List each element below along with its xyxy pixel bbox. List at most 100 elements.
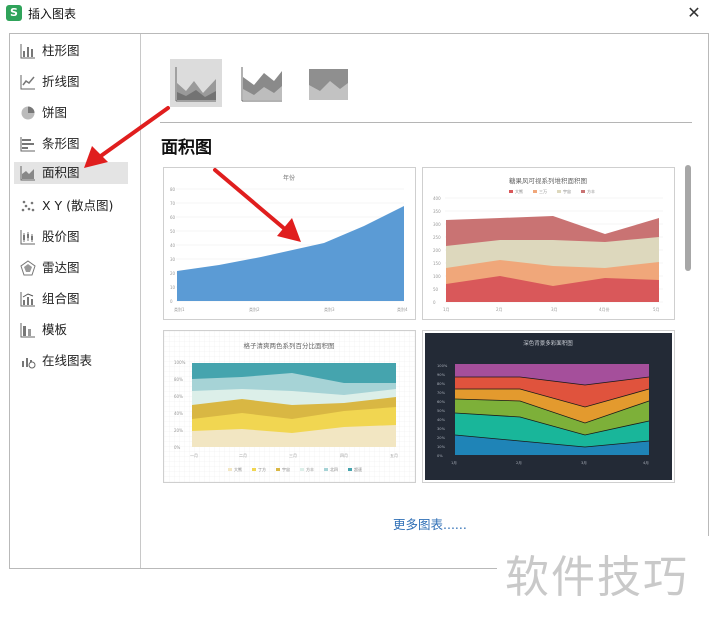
sidebar-item-scatter[interactable]: X Y (散点图)	[14, 195, 128, 217]
svg-text:大熊: 大熊	[515, 188, 523, 194]
sidebar-item-label: X Y (散点图)	[42, 198, 114, 213]
svg-text:50: 50	[170, 229, 176, 234]
sidebar-item-label: 面积图	[42, 165, 80, 180]
svg-text:0%: 0%	[174, 445, 181, 450]
area-subtype-stacked[interactable]	[236, 59, 288, 107]
area-chart-icon	[20, 166, 35, 181]
svg-text:70: 70	[170, 201, 176, 206]
sidebar-item-pie[interactable]: 饼图	[14, 102, 128, 124]
svg-text:3月: 3月	[581, 460, 587, 465]
svg-text:3月: 3月	[551, 307, 558, 312]
svg-text:30%: 30%	[437, 427, 446, 431]
pie-chart-icon	[21, 106, 35, 120]
svg-text:20%: 20%	[437, 436, 446, 440]
svg-text:80%: 80%	[174, 377, 183, 382]
svg-text:0: 0	[170, 299, 173, 304]
svg-text:20: 20	[170, 271, 176, 276]
svg-text:类别4: 类别4	[397, 306, 408, 312]
svg-text:北四: 北四	[330, 466, 338, 472]
svg-text:三万: 三万	[539, 189, 547, 194]
area-subtype-percent[interactable]	[302, 59, 354, 107]
template-card-candy-stacked[interactable]: 糖果风可视系列堆积面积图 大熊 三万 宇宙 方丰 0 50 100 150 20…	[422, 167, 675, 320]
online-chart-icon	[22, 358, 36, 369]
svg-text:2月: 2月	[496, 307, 503, 312]
svg-text:100%: 100%	[174, 360, 186, 365]
svg-text:60%: 60%	[174, 394, 183, 399]
title-bar: S 插入图表 ✕	[0, 0, 712, 26]
svg-text:4月: 4月	[643, 460, 649, 465]
svg-text:类别1: 类别1	[174, 306, 185, 312]
svg-text:40%: 40%	[437, 418, 446, 422]
sidebar-item-label: 组合图	[42, 291, 80, 306]
svg-text:大熊: 大熊	[234, 466, 242, 472]
sidebar-item-label: 雷达图	[42, 260, 80, 275]
template-card-dark-colorful[interactable]: 深色背景多彩面积图 0% 10% 20% 30% 40% 50% 60% 70%…	[422, 330, 675, 483]
svg-text:宇宙: 宇宙	[563, 188, 571, 194]
percent-area-chart-icon	[309, 69, 348, 100]
sidebar-item-bar[interactable]: 条形图	[14, 133, 128, 155]
svg-text:一月: 一月	[190, 453, 198, 458]
sidebar-item-template[interactable]: 模板	[14, 319, 128, 341]
bar-chart-icon	[20, 137, 35, 152]
svg-text:80%: 80%	[437, 382, 446, 386]
chart-thumbnail: 深色背景多彩面积图 0% 10% 20% 30% 40% 50% 60% 70%…	[425, 333, 672, 480]
sidebar-item-area[interactable]: 面积图	[14, 162, 128, 184]
svg-text:350: 350	[433, 209, 441, 214]
sidebar-item-online[interactable]: 在线图表	[14, 350, 128, 372]
svg-text:1月: 1月	[451, 460, 457, 465]
chart-thumbnail: 糖果风可视系列堆积面积图 大熊 三万 宇宙 方丰 0 50 100 150 20…	[433, 176, 663, 312]
svg-text:四月: 四月	[340, 453, 348, 458]
chart-title: 深色背景多彩面积图	[523, 339, 573, 347]
template-card-grid-percent[interactable]: 格子清爽两色系列百分比面积图 0% 20% 40% 60% 80% 100% 一…	[163, 330, 416, 483]
svg-text:20%: 20%	[174, 428, 183, 433]
svg-text:200: 200	[433, 248, 441, 253]
scrollbar-thumb[interactable]	[685, 165, 691, 271]
line-chart-icon	[20, 75, 35, 90]
divider	[160, 122, 692, 123]
svg-text:二月: 二月	[239, 453, 247, 458]
wps-app-icon: S	[6, 5, 22, 21]
column-chart-icon	[20, 44, 35, 59]
chart-thumbnail: 年份 0 10 20 30 40 50 60 70 80 类别1 类别2 类别3…	[170, 174, 408, 312]
svg-text:80: 80	[170, 187, 176, 192]
svg-text:10: 10	[170, 285, 176, 290]
svg-text:丁方: 丁方	[258, 466, 266, 472]
svg-text:400: 400	[433, 196, 441, 201]
svg-text:0%: 0%	[437, 454, 443, 458]
area-subtype-basic[interactable]	[170, 59, 222, 107]
sidebar-item-label: 模板	[42, 322, 68, 337]
chart-title: 糖果风可视系列堆积面积图	[509, 176, 587, 185]
svg-text:三月: 三月	[289, 453, 297, 458]
svg-text:40: 40	[170, 243, 176, 248]
svg-text:50%: 50%	[437, 409, 446, 413]
sidebar-item-label: 饼图	[42, 105, 68, 120]
svg-text:70%: 70%	[437, 391, 446, 395]
stacked-area-chart-icon	[241, 67, 282, 102]
sidebar-item-line[interactable]: 折线图	[14, 71, 128, 93]
svg-text:10%: 10%	[437, 445, 446, 449]
sidebar-item-radar[interactable]: 雷达图	[14, 257, 128, 279]
section-title: 面积图	[161, 138, 212, 158]
svg-text:4月份: 4月份	[599, 306, 610, 312]
svg-text:150: 150	[433, 261, 441, 266]
scatter-chart-icon	[21, 200, 35, 212]
svg-text:40%: 40%	[174, 411, 183, 416]
svg-text:100: 100	[433, 274, 441, 279]
template-card-basic-area[interactable]: 年份 0 10 20 30 40 50 60 70 80 类别1 类别2 类别3…	[163, 167, 416, 320]
more-charts-link[interactable]: 更多图表......	[393, 514, 467, 533]
svg-text:1月: 1月	[443, 307, 450, 312]
svg-text:宇宙: 宇宙	[282, 466, 290, 472]
svg-text:方丰: 方丰	[587, 188, 595, 194]
svg-text:300: 300	[433, 222, 441, 227]
radar-chart-icon	[20, 260, 36, 276]
sidebar-item-combo[interactable]: 组合图	[14, 288, 128, 310]
insert-chart-dialog: 柱形图 折线图 饼图 条形图 面积图 X Y (散点图) 股价图 雷达图 组合图…	[9, 33, 709, 569]
sidebar-item-column[interactable]: 柱形图	[14, 40, 128, 62]
area-chart-icon	[175, 67, 216, 102]
svg-text:五月: 五月	[390, 453, 398, 458]
area-series	[177, 206, 404, 301]
svg-text:100%: 100%	[437, 364, 448, 368]
svg-text:类别3: 类别3	[324, 306, 335, 312]
close-icon[interactable]: ✕	[684, 3, 704, 23]
sidebar-item-stock[interactable]: 股价图	[14, 226, 128, 248]
